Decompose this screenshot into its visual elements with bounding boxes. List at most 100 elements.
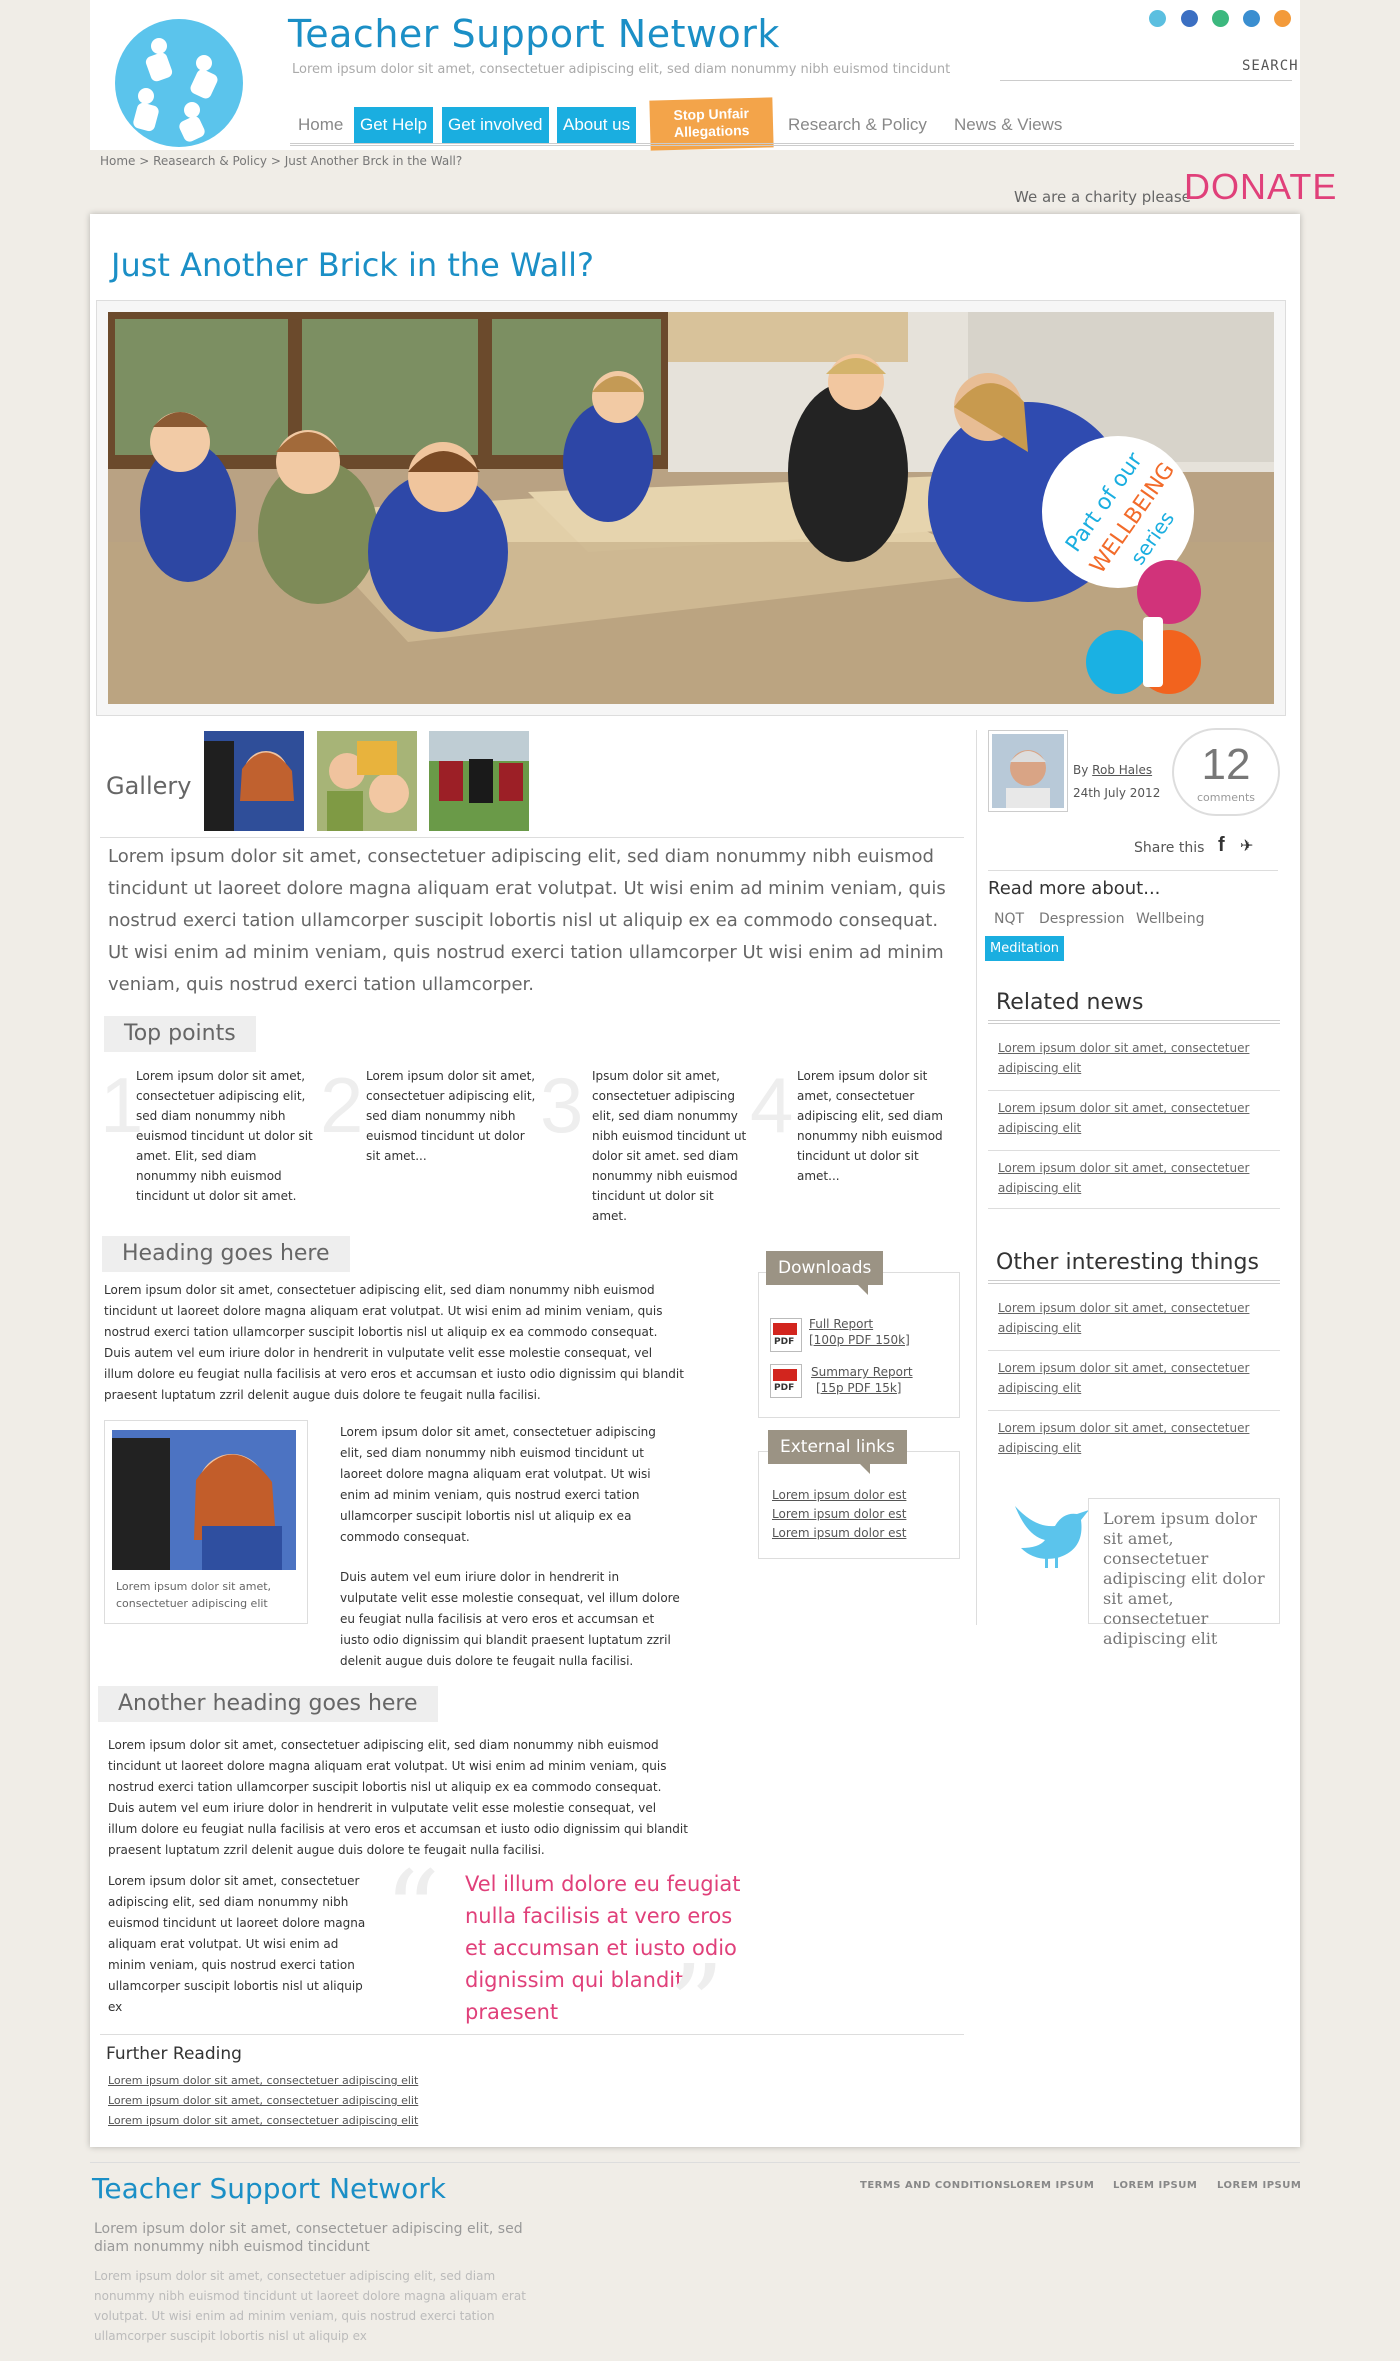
other-things-link[interactable]: Lorem ipsum dolor sit amet, consectetuer…: [998, 1358, 1258, 1398]
footer-link-terms[interactable]: TERMS AND CONDITIONS: [860, 2180, 1011, 2191]
further-reading-link[interactable]: Lorem ipsum dolor sit amet, consectetuer…: [108, 2114, 418, 2127]
nav-get-help[interactable]: Get Help: [354, 107, 434, 143]
linkedin-icon[interactable]: [1243, 10, 1260, 27]
read-more-heading: Read more about...: [988, 878, 1161, 899]
divider: [100, 837, 964, 838]
nav-stop-line2: Allegations: [673, 122, 750, 140]
section-heading: Another heading goes here: [98, 1686, 438, 1722]
author-photo: [992, 734, 1064, 808]
top-points-heading: Top points: [104, 1016, 256, 1052]
twitter-bird-icon: [1015, 1506, 1089, 1568]
divider: [988, 1090, 1280, 1091]
breadcrumb[interactable]: Home > Reasearch & Policy > Just Another…: [100, 154, 462, 168]
article-date: 24th July 2012: [1073, 786, 1161, 800]
download-summary-report[interactable]: Summary Report [15p PDF 15k]: [811, 1364, 913, 1396]
author-byline: By Rob Hales: [1073, 763, 1152, 777]
external-link[interactable]: Lorem ipsum dolor est: [772, 1507, 906, 1521]
open-quote-icon: “: [384, 1847, 441, 1975]
point-text: Ipsum dolor sit amet, consectetuer adipi…: [592, 1069, 747, 1223]
site-tagline: Lorem ipsum dolor sit amet, consectetuer…: [292, 62, 951, 77]
divider: [988, 1280, 1280, 1284]
author-link[interactable]: Rob Hales: [1092, 763, 1152, 777]
body-paragraph: Duis autem vel eum iriure dolor in hendr…: [340, 1570, 680, 1668]
download-meta: [15p PDF 15k]: [816, 1381, 902, 1395]
pdf-icon: [770, 1318, 802, 1352]
download-meta: [100p PDF 150k]: [809, 1333, 910, 1347]
nav-divider: [290, 143, 1294, 146]
point-number: 3: [540, 1061, 584, 1149]
downloads-heading: Downloads: [766, 1251, 884, 1295]
comments-badge[interactable]: 12 comments: [1172, 728, 1280, 816]
share-label: Share this: [1134, 840, 1205, 856]
other-things-link[interactable]: Lorem ipsum dolor sit amet, consectetuer…: [998, 1418, 1258, 1458]
footer-subtitle: Lorem ipsum dolor sit amet, consectetuer…: [94, 2221, 523, 2255]
further-reading-link[interactable]: Lorem ipsum dolor sit amet, consectetuer…: [108, 2094, 418, 2107]
external-link[interactable]: Lorem ipsum dolor est: [772, 1488, 906, 1502]
facebook-icon[interactable]: [1181, 10, 1198, 27]
tag-wellbeing[interactable]: Wellbeing: [1130, 908, 1211, 930]
divider: [988, 1410, 1280, 1411]
point-text: Lorem ipsum dolor sit amet, consectetuer…: [136, 1069, 313, 1203]
facebook-icon[interactable]: f: [1218, 834, 1225, 857]
close-quote-icon: ”: [668, 1941, 725, 2069]
comment-count: 12: [1201, 740, 1251, 789]
tag-meditation[interactable]: Meditation: [985, 936, 1065, 961]
gallery-thumb-3[interactable]: [429, 731, 529, 831]
body-paragraph: Lorem ipsum dolor sit amet, consectetuer…: [104, 1283, 684, 1402]
search-label[interactable]: SEARCH: [1242, 58, 1299, 74]
related-news-link[interactable]: Lorem ipsum dolor sit amet, consectetuer…: [998, 1038, 1258, 1078]
download-title: Summary Report: [811, 1365, 913, 1379]
gallery-thumb-2[interactable]: [317, 731, 417, 831]
vine-icon[interactable]: [1212, 10, 1229, 27]
point-text: Lorem ipsum dolor sit amet, consectetuer…: [797, 1069, 943, 1183]
nav-home[interactable]: Home: [292, 107, 349, 143]
pdf-icon: [770, 1364, 802, 1398]
tweet-box: Lorem ipsum dolor sit amet, consectetuer…: [1088, 1498, 1280, 1648]
related-news-link[interactable]: Lorem ipsum dolor sit amet, consectetuer…: [998, 1098, 1258, 1138]
footer-link[interactable]: LOREM IPSUM: [1010, 2180, 1094, 2191]
related-news-link[interactable]: Lorem ipsum dolor sit amet, consectetuer…: [998, 1158, 1258, 1198]
article-image: [112, 1430, 296, 1570]
donate-button[interactable]: DONATE: [1184, 166, 1337, 208]
image-caption: Lorem ipsum dolor sit amet, consectetuer…: [116, 1580, 272, 1610]
divider: [988, 870, 1278, 871]
point-number: 4: [750, 1061, 794, 1149]
further-reading-link[interactable]: Lorem ipsum dolor sit amet, consectetuer…: [108, 2074, 418, 2087]
nav-about-us[interactable]: About us: [557, 107, 637, 143]
rss-icon[interactable]: [1274, 10, 1291, 27]
intro-paragraph: Lorem ipsum dolor sit amet, consectetuer…: [108, 846, 946, 995]
nav-research-policy[interactable]: Research & Policy: [782, 107, 933, 143]
search-input[interactable]: [1000, 80, 1292, 81]
twitter-icon[interactable]: [1149, 10, 1166, 27]
other-things-heading: Other interesting things: [996, 1250, 1259, 1275]
sidebar-divider: [976, 730, 977, 1625]
avatar[interactable]: [988, 730, 1068, 812]
twitter-icon[interactable]: ✈: [1240, 836, 1253, 855]
further-reading-heading: Further Reading: [106, 2044, 242, 2064]
external-link[interactable]: Lorem ipsum dolor est: [772, 1526, 906, 1540]
footer-title: Teacher Support Network: [92, 2172, 447, 2205]
external-links-box: [758, 1451, 960, 1559]
divider: [988, 1350, 1280, 1351]
divider: [100, 2034, 964, 2035]
nav-news-views[interactable]: News & Views: [948, 107, 1068, 143]
tag-nqt[interactable]: NQT: [988, 908, 1030, 930]
gallery-thumb-1[interactable]: [204, 731, 304, 831]
footer-link[interactable]: LOREM IPSUM: [1217, 2180, 1301, 2191]
point-text: Lorem ipsum dolor sit amet, consectetuer…: [366, 1069, 536, 1163]
other-things-link[interactable]: Lorem ipsum dolor sit amet, consectetuer…: [998, 1298, 1258, 1338]
nav-get-involved[interactable]: Get involved: [442, 107, 549, 143]
logo-icon[interactable]: [104, 18, 254, 148]
body-paragraph: Lorem ipsum dolor sit amet, consectetuer…: [108, 1738, 688, 1857]
download-full-report[interactable]: Full Report [100p PDF 150k]: [809, 1316, 910, 1348]
body-paragraph: Lorem ipsum dolor sit amet, consectetuer…: [108, 1874, 366, 2014]
tag-despression[interactable]: Despression: [1033, 908, 1131, 930]
site-title[interactable]: Teacher Support Network: [288, 12, 780, 56]
divider: [988, 1020, 1280, 1024]
footer-divider: [90, 2162, 1300, 2164]
footer-link[interactable]: LOREM IPSUM: [1113, 2180, 1197, 2191]
charity-text: We are a charity please: [1014, 188, 1191, 206]
body-paragraph: Lorem ipsum dolor sit amet, consectetuer…: [340, 1425, 656, 1544]
by-label: By: [1073, 763, 1089, 777]
section-heading: Heading goes here: [102, 1236, 350, 1272]
